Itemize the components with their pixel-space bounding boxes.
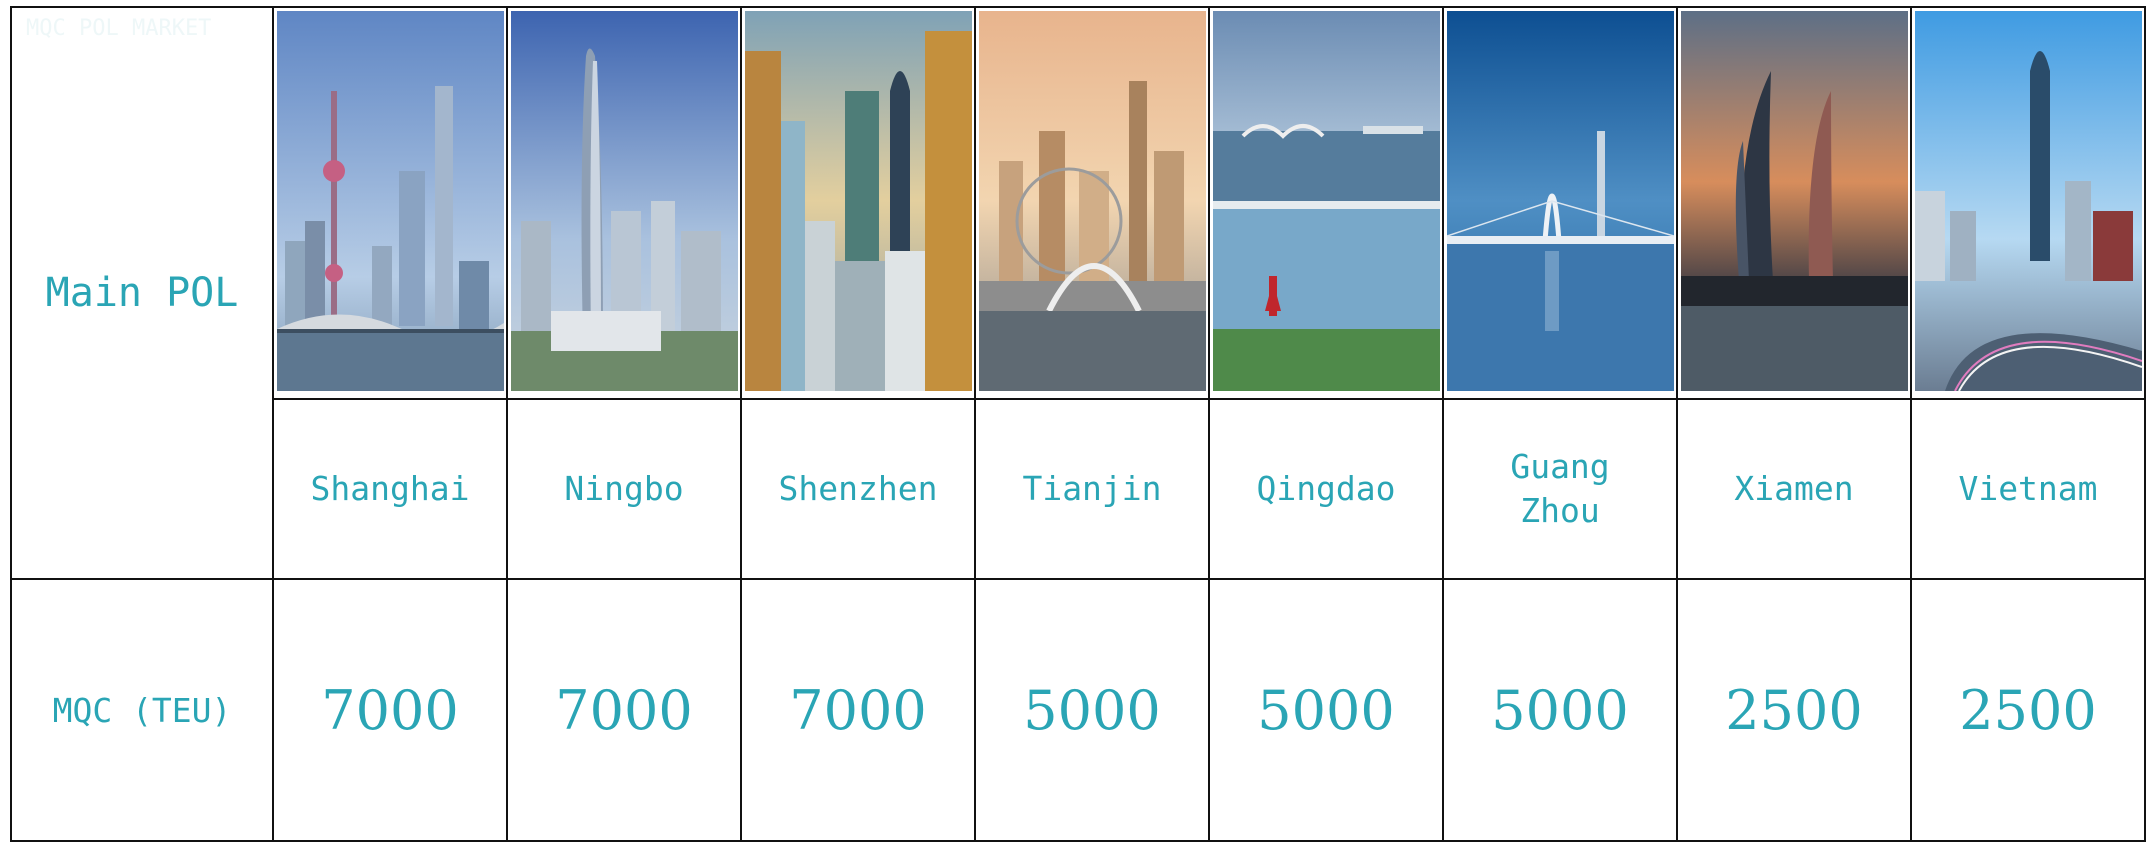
port-name: Shenzhen <box>778 469 938 508</box>
port-name-cell: Guang Zhou <box>1442 398 1678 580</box>
port-name-cell: Xiamen <box>1676 398 1912 580</box>
port-name: Xiamen <box>1734 469 1854 508</box>
port-name-line: Guang <box>1510 447 1610 486</box>
faint-header-text: MQC POL MARKET <box>26 16 212 41</box>
mqc-value: 2500 <box>1725 678 1863 742</box>
guangzhou-bridge-photo <box>1446 11 1674 391</box>
mqc-value-cell: 7000 <box>272 578 508 842</box>
main-pol-header-cell: MQC POL MARKET Main POL <box>10 6 274 580</box>
mqc-value-cell: 5000 <box>1208 578 1444 842</box>
photo-cell-shanghai <box>272 6 508 400</box>
mqc-value-cell: 5000 <box>974 578 1210 842</box>
vietnam-skyline-photo <box>1914 11 2142 392</box>
shenzhen-skyline-photo <box>744 11 972 391</box>
mqc-value-cell: 2500 <box>1910 578 2146 842</box>
port-name: Qingdao <box>1256 469 1396 508</box>
pol-mqc-table: MQC POL MARKET Main POL Shanghai Ningbo … <box>10 6 2146 842</box>
port-name: Shanghai <box>310 469 470 508</box>
photo-cell-shenzhen <box>740 6 976 400</box>
mqc-value: 5000 <box>1491 678 1629 742</box>
mqc-header-cell: MQC (TEU) <box>10 578 274 842</box>
mqc-value-cell: 7000 <box>506 578 742 842</box>
mqc-value: 5000 <box>1023 678 1161 742</box>
mqc-value: 7000 <box>789 678 927 742</box>
mqc-value-cell: 7000 <box>740 578 976 842</box>
qingdao-coast-photo <box>1212 11 1440 391</box>
mqc-label: MQC (TEU) <box>52 690 232 730</box>
port-name-cell: Ningbo <box>506 398 742 580</box>
mqc-value: 7000 <box>321 678 459 742</box>
port-name: Vietnam <box>1958 469 2098 508</box>
photo-cell-xiamen <box>1676 6 1912 400</box>
shanghai-skyline-photo <box>276 11 504 391</box>
port-name: Tianjin <box>1022 469 1162 508</box>
port-name-row: Shanghai Ningbo Shenzhen Tianjin Qingdao… <box>11 398 2146 580</box>
tianjin-skyline-photo <box>978 11 1206 391</box>
photo-row: MQC POL MARKET Main POL <box>10 6 2146 580</box>
port-name-cell: Shanghai <box>272 398 508 580</box>
photo-cell-vietnam <box>1910 6 2146 400</box>
port-name-cell: Tianjin <box>974 398 1210 580</box>
mqc-row: MQC (TEU) 7000 7000 7000 5000 5000 5000 … <box>10 578 2146 842</box>
main-pol-label: Main POL <box>45 270 239 316</box>
port-name-cell: Vietnam <box>1910 398 2146 580</box>
xiamen-towers-photo <box>1680 11 1908 391</box>
photo-cell-qingdao <box>1208 6 1444 400</box>
mqc-value-cell: 5000 <box>1442 578 1678 842</box>
port-name-cell: Shenzhen <box>740 398 976 580</box>
port-name: Ningbo <box>564 469 684 508</box>
port-name-line: Zhou <box>1520 491 1600 530</box>
mqc-value: 7000 <box>555 678 693 742</box>
photo-cell-guangzhou <box>1442 6 1678 400</box>
mqc-value: 2500 <box>1959 678 2097 742</box>
ningbo-tower-photo <box>510 11 738 391</box>
mqc-value: 5000 <box>1257 678 1395 742</box>
photo-cell-ningbo <box>506 6 742 400</box>
port-name-cell: Qingdao <box>1208 398 1444 580</box>
mqc-value-cell: 2500 <box>1676 578 1912 842</box>
photo-cell-tianjin <box>974 6 1210 400</box>
